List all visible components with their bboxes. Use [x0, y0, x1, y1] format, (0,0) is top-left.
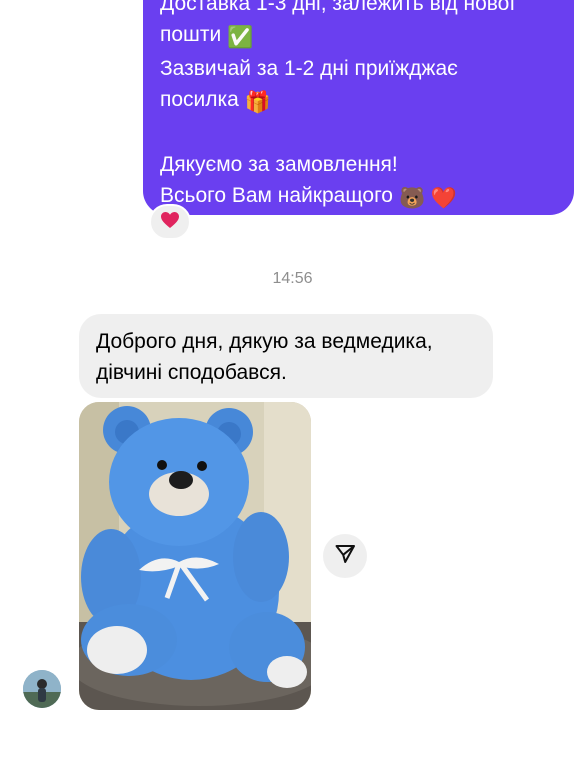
- outgoing-message-line: Дякуємо за замовлення!: [160, 153, 398, 176]
- incoming-message-line: дівчині сподобався.: [96, 361, 287, 384]
- paper-plane-icon: [334, 543, 356, 570]
- teddy-bear-photo[interactable]: [79, 402, 311, 710]
- message-reaction[interactable]: [149, 204, 191, 240]
- heart-icon: [160, 211, 180, 234]
- message-timestamp: 14:56: [272, 270, 313, 287]
- incoming-message-line: Доброго дня, дякую за ведмедика,: [96, 330, 433, 353]
- bear-heart-emoji: 🐻 ❤️: [398, 187, 458, 210]
- check-mark-emoji: ✅: [227, 26, 254, 49]
- line-spacer: [160, 118, 558, 149]
- outgoing-message-bubble[interactable]: Доставка 1-3 дні, залежить від нової пош…: [143, 0, 574, 215]
- outgoing-message-line: Доставка 1-3 дні, залежить від нової: [160, 0, 516, 15]
- outgoing-message-line: Зазвичай за 1-2 дні приїжджає: [160, 57, 458, 80]
- share-button[interactable]: [323, 534, 367, 578]
- sender-avatar[interactable]: [23, 670, 61, 708]
- gift-emoji: 🎁: [244, 91, 272, 114]
- outgoing-message-line: посилка 🎁: [160, 84, 558, 118]
- outgoing-message-line: пошти ✅: [160, 19, 558, 53]
- incoming-message-bubble[interactable]: Доброго дня, дякую за ведмедика, дівчині…: [79, 314, 493, 398]
- outgoing-message-line: Всього Вам найкращого 🐻 ❤️: [160, 180, 558, 214]
